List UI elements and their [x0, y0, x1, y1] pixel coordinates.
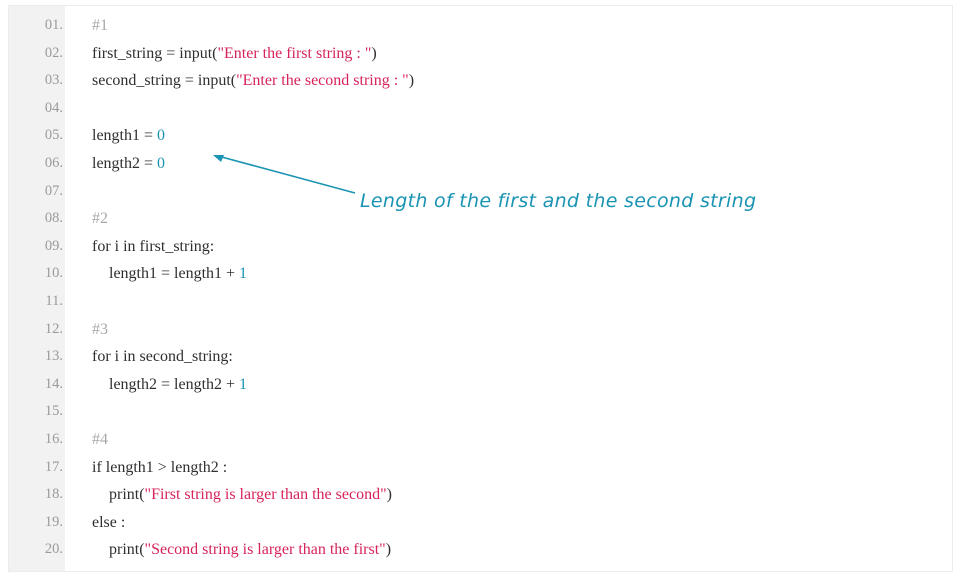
arrow-shaft: [217, 155, 356, 194]
arrow-head: [213, 155, 224, 162]
annotation-label: Length of the first and the second strin…: [360, 190, 757, 212]
annotation-arrow-icon: [213, 155, 356, 194]
